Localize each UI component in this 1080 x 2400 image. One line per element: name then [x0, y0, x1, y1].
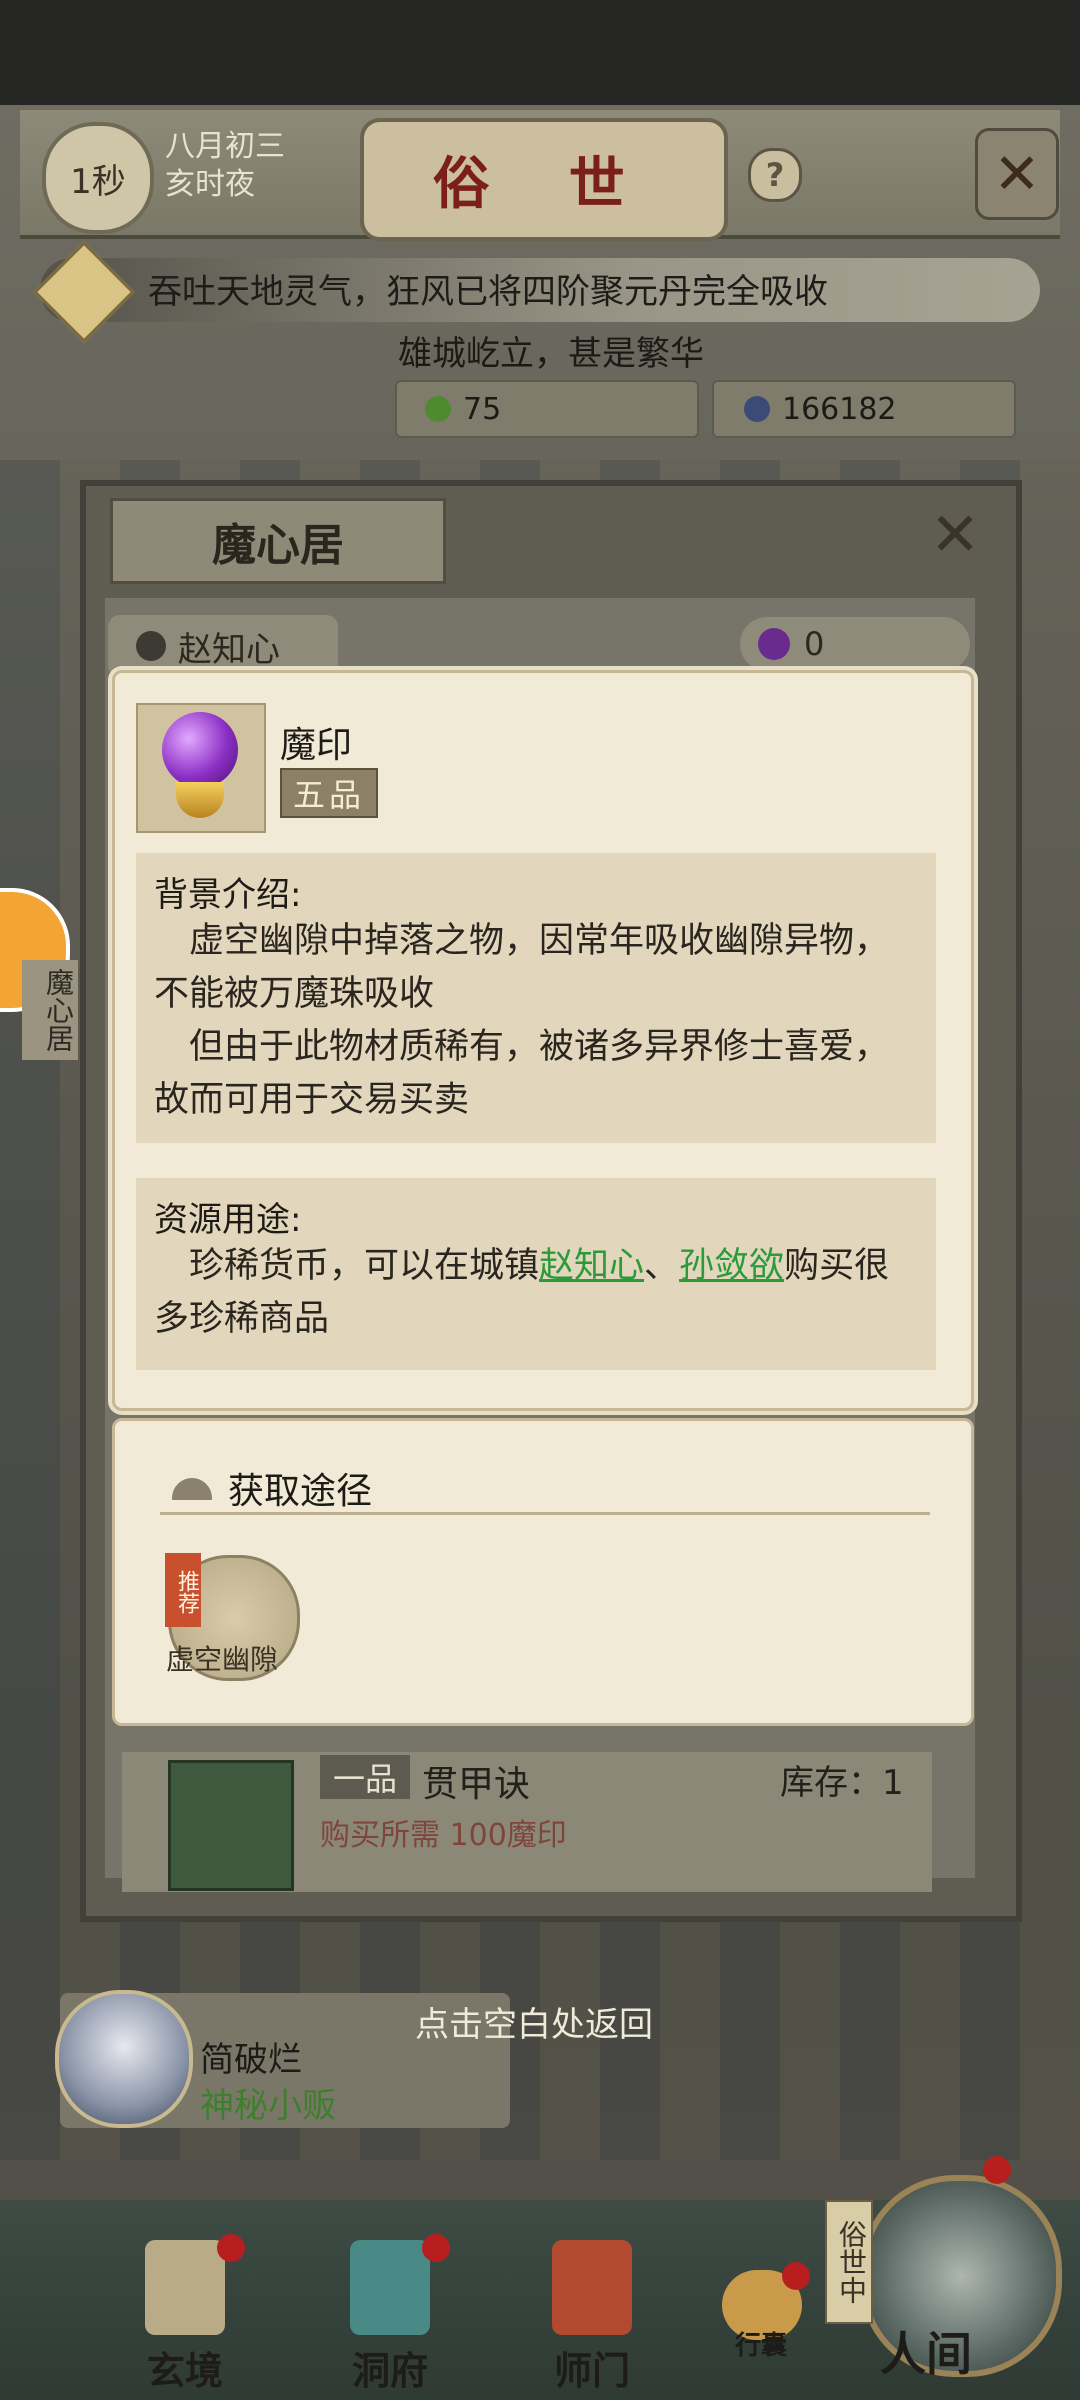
- nav-label: 师门: [553, 2348, 630, 2393]
- help-button[interactable]: ?: [748, 148, 802, 202]
- vendor-name: 简破烂: [200, 2040, 302, 2080]
- usage-title: 资源用途:: [154, 1200, 302, 1240]
- shop-item-grade: 一品: [320, 1755, 410, 1799]
- recommend-badge: 推荐: [165, 1553, 201, 1627]
- close-icon[interactable]: ✕: [975, 128, 1059, 220]
- demon-seal-count: 0: [740, 617, 970, 671]
- merchant-tab[interactable]: 赵知心: [108, 615, 338, 677]
- nav-item-shimen[interactable]: 师门: [512, 2240, 672, 2393]
- merchant-link-sun[interactable]: 孙敛欲: [679, 1246, 784, 1286]
- nav-item-xuanjing[interactable]: 玄境: [105, 2234, 265, 2393]
- shop-close-icon[interactable]: ✕: [920, 500, 990, 570]
- shop-title: 魔心居: [110, 498, 446, 584]
- usage-text: 珍稀货币，可以在城镇赵知心、孙敛欲购买很多珍稀商品: [154, 1240, 908, 1346]
- resource-orb: 166182: [712, 380, 1016, 438]
- scroll-icon: [145, 2240, 225, 2335]
- background-title: 背景介绍:: [154, 875, 302, 915]
- demon-orb-icon: [758, 628, 790, 660]
- vendor-role: 神秘小贩: [200, 2086, 336, 2126]
- book-icon: [168, 1760, 294, 1891]
- page-title: 俗 世: [360, 118, 728, 241]
- date-line1: 八月初三: [165, 129, 285, 164]
- date-line2: 亥时夜: [165, 167, 255, 202]
- side-tab[interactable]: 魔心居: [22, 960, 78, 1060]
- banner-icon: [552, 2240, 632, 2335]
- nav-label: 玄境: [146, 2348, 223, 2393]
- demon-seal-value: 0: [804, 625, 825, 663]
- world-tag: 俗世中: [825, 2200, 873, 2324]
- background-p2: 但由于此物材质稀有，被诸多异界修士喜爱，故而可用于交易买卖: [154, 1027, 890, 1120]
- acquire-title: 获取途径: [228, 1471, 373, 1512]
- usage-separator: 、: [644, 1246, 680, 1286]
- item-name: 魔印: [280, 725, 353, 766]
- cave-icon: [350, 2240, 430, 2335]
- notification-dot: [782, 2262, 810, 2290]
- resource-orb-value: 166182: [782, 391, 897, 427]
- divider: [160, 1512, 930, 1515]
- spirit-orb-icon: [744, 396, 770, 422]
- jade-icon: [425, 396, 451, 422]
- merchant-name: 赵知心: [178, 629, 280, 670]
- background-section: 背景介绍: 虚空幽隙中掉落之物，因常年吸收幽隙异物，不能被万魔珠吸收 但由于此物…: [136, 853, 936, 1143]
- source-label: 虚空幽隙: [166, 1643, 279, 1676]
- background-p1: 虚空幽隙中掉落之物，因常年吸收幽隙异物，不能被万魔珠吸收: [154, 921, 890, 1014]
- ticker-text: 吞吐天地灵气，狂风已将四阶聚元丹完全吸收: [148, 272, 828, 312]
- shop-item-stock: 库存：1: [780, 1763, 904, 1803]
- resource-green-value: 75: [463, 391, 502, 427]
- notification-dot: [217, 2234, 245, 2262]
- nav-label: 洞府: [351, 2348, 428, 2393]
- status-bar: [0, 0, 1080, 105]
- notification-dot: [422, 2234, 450, 2262]
- notification-dot: [983, 2156, 1011, 2184]
- coin-icon: [136, 631, 166, 661]
- item-grade: 五品: [280, 768, 378, 818]
- bag-label: 行囊: [735, 2331, 788, 2361]
- merchant-link-zhao[interactable]: 赵知心: [539, 1246, 644, 1286]
- usage-section: 资源用途: 珍稀货币，可以在城镇赵知心、孙敛欲购买很多珍稀商品: [136, 1178, 936, 1370]
- usage-prefix: 珍稀货币，可以在城镇: [189, 1246, 540, 1286]
- shop-item-cost: 购买所需 100魔印: [320, 1818, 567, 1853]
- avatar: [55, 1990, 193, 2128]
- resource-green: 75: [395, 380, 699, 438]
- nav-item-dongfu[interactable]: 洞府: [310, 2234, 470, 2393]
- background-text: 虚空幽隙中掉落之物，因常年吸收幽隙异物，不能被万魔珠吸收 但由于此物材质稀有，被…: [154, 915, 908, 1127]
- game-date: 八月初三 亥时夜: [165, 128, 285, 204]
- city-description: 雄城屹立，甚是繁华: [398, 334, 704, 374]
- world-label: 人间: [880, 2327, 972, 2381]
- shop-item-name: 贯甲诀: [422, 1764, 531, 1805]
- magic-orb-icon: [162, 712, 238, 788]
- timer-badge[interactable]: 1秒: [42, 122, 154, 234]
- tap-to-return-hint: 点击空白处返回: [415, 2005, 653, 2045]
